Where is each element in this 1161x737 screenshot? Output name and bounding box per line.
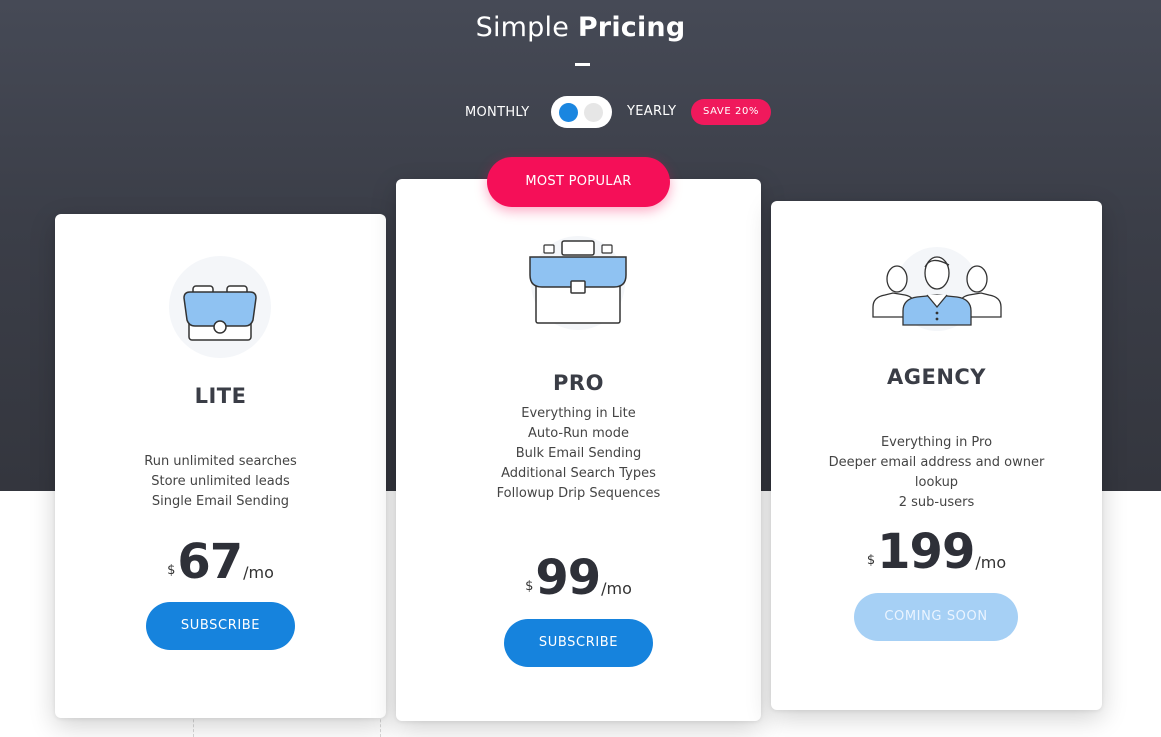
title-bold: Pricing bbox=[577, 12, 686, 43]
subscribe-button[interactable]: SUBSCRIBE bbox=[146, 602, 295, 650]
save-badge: SAVE 20% bbox=[691, 99, 771, 125]
coming-soon-button[interactable]: COMING SOON bbox=[854, 593, 1018, 641]
plan-name: AGENCY bbox=[886, 365, 987, 389]
billing-toggle[interactable] bbox=[551, 96, 612, 128]
plan-price: $67/mo bbox=[55, 534, 386, 590]
most-popular-badge: MOST POPULAR bbox=[487, 157, 670, 207]
feature-item: lookup bbox=[914, 475, 959, 490]
currency-symbol: $ bbox=[866, 553, 876, 568]
feature-list: Everything in Lite Auto-Run mode Bulk Em… bbox=[396, 404, 761, 504]
feature-item: Deeper email address and owner bbox=[828, 455, 1045, 470]
price-period: /mo bbox=[601, 579, 632, 598]
page-title: Simple Pricing bbox=[0, 12, 1161, 43]
feature-list: Everything in Pro Deeper email address a… bbox=[771, 433, 1102, 513]
plan-name: LITE bbox=[194, 384, 247, 408]
price-period: /mo bbox=[975, 553, 1007, 572]
bag-icon bbox=[167, 254, 273, 360]
currency-symbol: $ bbox=[167, 563, 176, 578]
price-amount: 67 bbox=[177, 534, 243, 590]
feature-item: Followup Drip Sequences bbox=[496, 486, 661, 501]
price-amount: 199 bbox=[877, 524, 975, 580]
feature-item: 2 sub-users bbox=[898, 495, 975, 510]
feature-list: Run unlimited searches Store unlimited l… bbox=[55, 452, 386, 512]
feature-item: Single Email Sending bbox=[151, 494, 290, 509]
feature-item: Store unlimited leads bbox=[151, 474, 290, 489]
feature-item: Additional Search Types bbox=[501, 466, 656, 481]
toggle-knob-active bbox=[559, 103, 578, 122]
feature-item: Everything in Pro bbox=[880, 435, 993, 450]
plan-card-lite: LITE Run unlimited searches Store unlimi… bbox=[55, 214, 386, 718]
monthly-label[interactable]: MONTHLY bbox=[465, 105, 529, 120]
plan-card-agency: AGENCY Everything in Pro Deeper email ad… bbox=[771, 201, 1102, 710]
currency-symbol: $ bbox=[525, 579, 534, 594]
subscribe-button[interactable]: SUBSCRIBE bbox=[504, 619, 653, 667]
feature-item: Auto-Run mode bbox=[527, 426, 630, 441]
title-underline bbox=[575, 63, 590, 66]
plan-card-pro: PRO Everything in Lite Auto-Run mode Bul… bbox=[396, 179, 761, 721]
plan-price: $99/mo bbox=[396, 550, 761, 606]
plan-price: $199/mo bbox=[771, 524, 1102, 580]
title-light: Simple bbox=[475, 12, 570, 43]
feature-item: Everything in Lite bbox=[521, 406, 636, 421]
team-icon bbox=[871, 245, 1003, 331]
price-amount: 99 bbox=[535, 550, 601, 606]
yearly-label[interactable]: YEARLY bbox=[627, 104, 676, 119]
toggle-knob-inactive bbox=[584, 103, 603, 122]
billing-period-switch: MONTHLY YEARLY SAVE 20% bbox=[0, 96, 1161, 128]
price-period: /mo bbox=[243, 563, 274, 582]
briefcase-icon bbox=[524, 235, 632, 331]
feature-item: Run unlimited searches bbox=[144, 454, 297, 469]
feature-item: Bulk Email Sending bbox=[515, 446, 642, 461]
plan-name: PRO bbox=[553, 371, 604, 395]
